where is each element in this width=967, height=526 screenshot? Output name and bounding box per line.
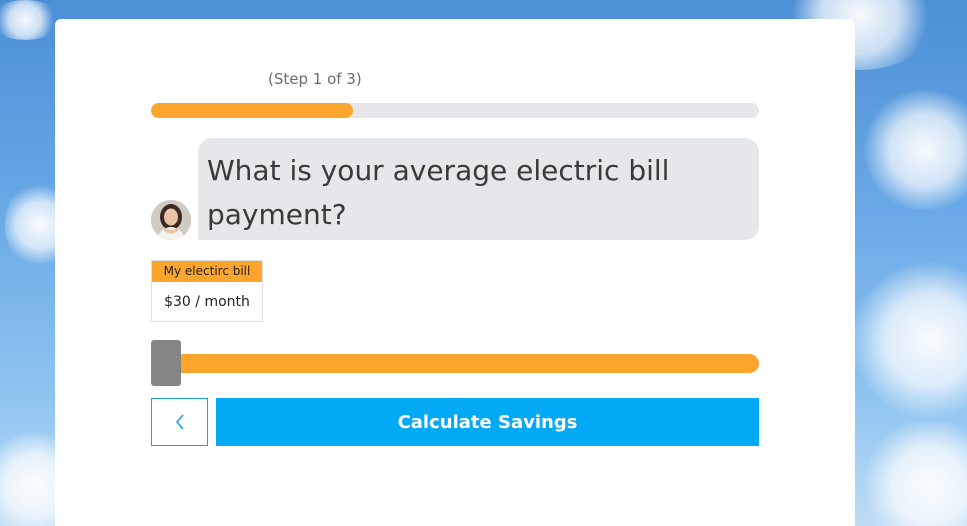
question-text-line-2: payment? [207,198,347,231]
calculate-savings-button[interactable]: Calculate Savings [216,398,759,446]
bill-slider-handle[interactable] [151,340,181,386]
step-indicator: (Step 1 of 3) [268,70,362,88]
cloud-decoration [850,260,967,420]
cloud-decoration [860,90,967,210]
cloud-decoration [0,0,60,40]
cloud-decoration [860,420,967,526]
back-button[interactable] [151,398,208,446]
avatar-portrait-icon [151,200,191,240]
progress-bar-fill [151,103,354,118]
chevron-left-icon [175,414,184,430]
assistant-avatar [151,200,191,240]
question-text-line-1: What is your average electric bill [207,154,670,187]
progress-bar [151,103,759,118]
bill-amount: $30 / month [164,294,250,310]
bill-value-box: My electirc bill $30 / month [151,260,263,322]
question-bubble: What is your average electric bill payme… [198,138,759,240]
bill-label: My electirc bill [152,261,262,282]
bill-slider-track[interactable] [151,354,759,373]
